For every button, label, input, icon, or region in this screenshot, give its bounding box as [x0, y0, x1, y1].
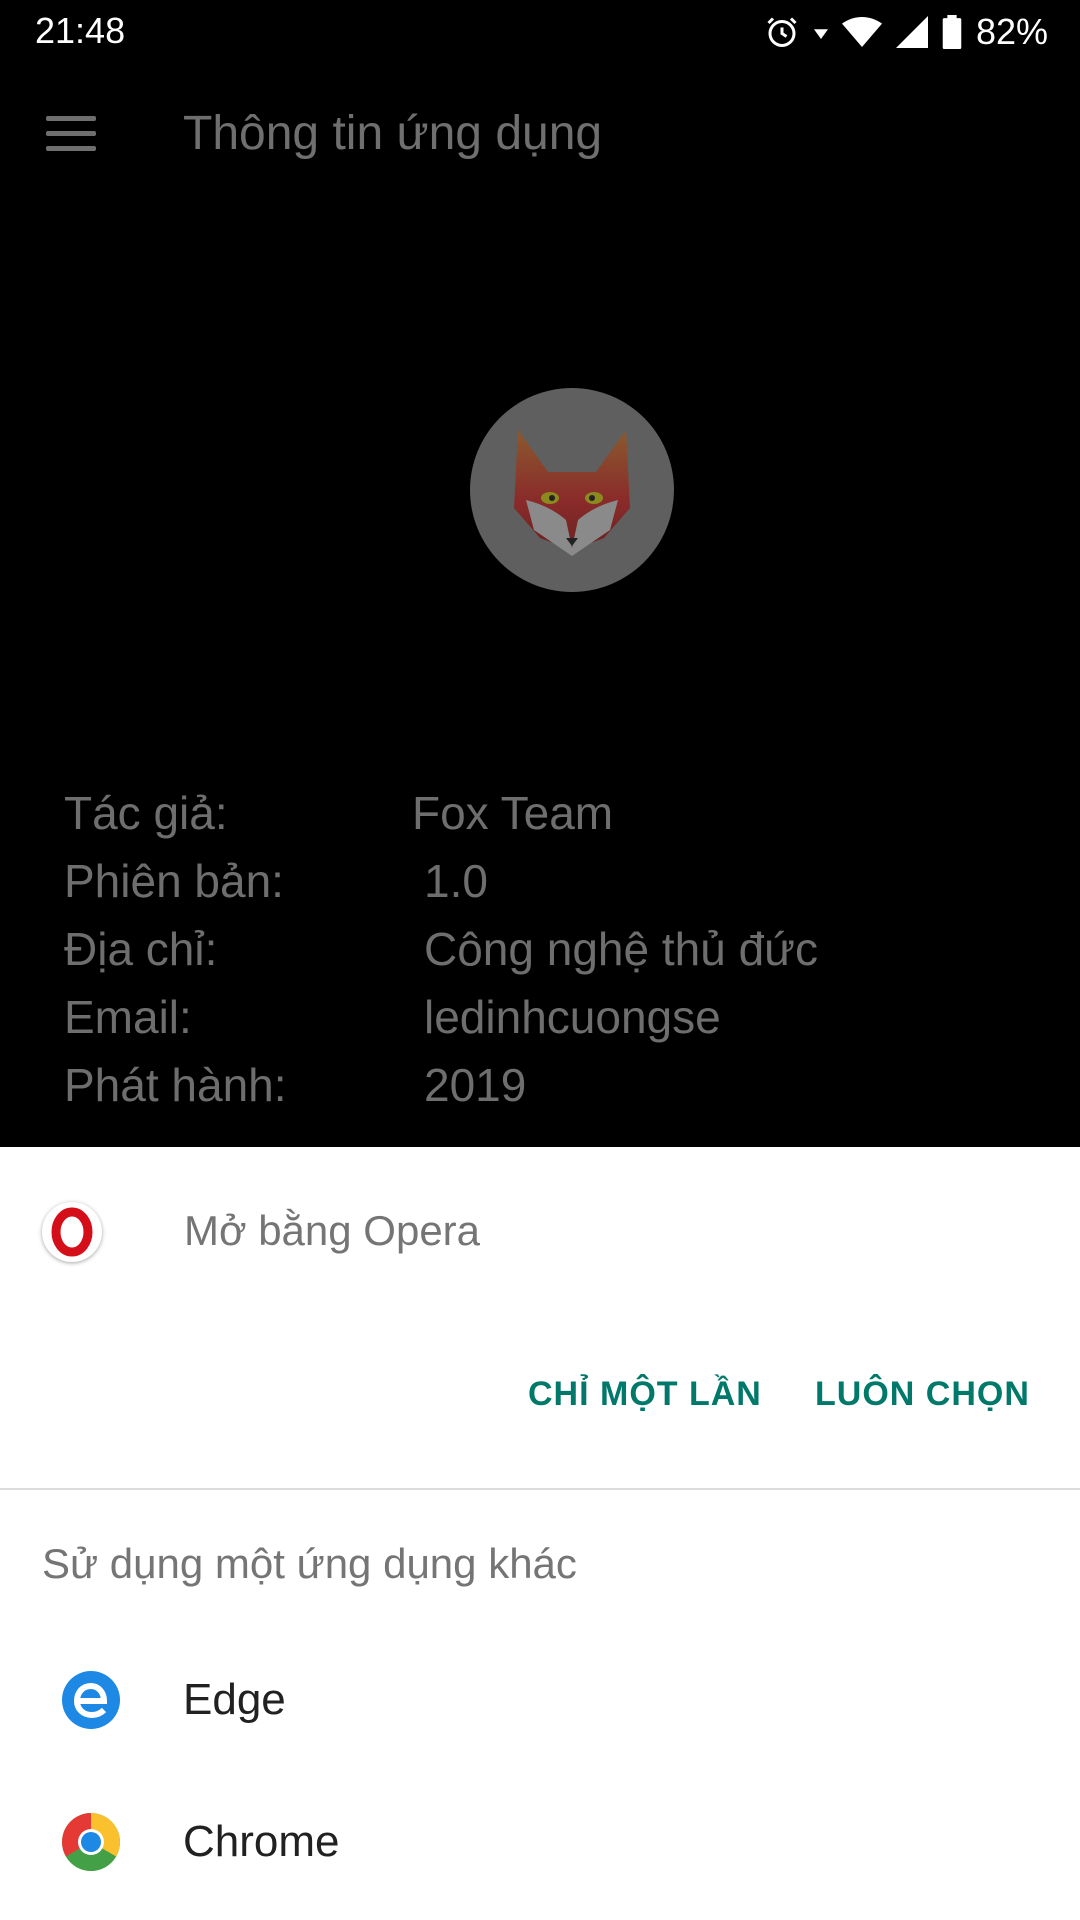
fox-logo-icon	[514, 430, 630, 556]
app-label: Edge	[183, 1675, 286, 1724]
app-item-edge[interactable]: Edge	[0, 1629, 1080, 1771]
app-label: Chrome	[183, 1817, 340, 1866]
just-once-button[interactable]: CHỈ MỘT LẦN	[528, 1375, 762, 1414]
info-value: Công nghệ thủ đức	[424, 923, 818, 975]
menu-icon[interactable]	[46, 116, 96, 152]
info-value: ledinhcuongse	[424, 991, 721, 1043]
alarm-icon	[767, 17, 797, 47]
open-with-opera-row[interactable]: Mở bằng Opera	[0, 1147, 1080, 1315]
info-value: 1.0	[424, 855, 488, 907]
open-with-sheet: Mở bằng Opera CHỈ MỘT LẦN LUÔN CHỌN Sử d…	[0, 1147, 1080, 1920]
opera-icon	[42, 1202, 102, 1262]
info-label: Phát hành:	[64, 1059, 287, 1111]
info-label: Tác giả:	[64, 787, 228, 839]
info-value: Fox Team	[412, 787, 614, 839]
app-bar: Thông tin ứng dụng	[0, 64, 1080, 204]
status-time: 21:48	[35, 10, 126, 51]
status-icons: 82%	[764, 10, 1048, 54]
page-title: Thông tin ứng dụng	[183, 107, 603, 160]
always-button[interactable]: LUÔN CHỌN	[815, 1375, 1030, 1414]
divider	[0, 1488, 1080, 1490]
open-with-label: Mở bằng Opera	[184, 1207, 481, 1254]
info-label: Phiên bản:	[64, 855, 284, 907]
app-item-chrome[interactable]: Chrome	[0, 1771, 1080, 1913]
signal-icon	[895, 16, 928, 48]
info-value: 2019	[424, 1059, 527, 1111]
edge-icon	[62, 1671, 120, 1729]
battery-icon	[942, 15, 962, 49]
chrome-icon	[62, 1813, 120, 1871]
wifi-icon	[841, 17, 882, 47]
battery-percent: 82%	[975, 11, 1048, 52]
other-apps-title: Sử dụng một ứng dụng khác	[42, 1540, 577, 1587]
data-arrow-icon	[813, 29, 828, 39]
info-label: Địa chỉ:	[64, 923, 218, 975]
app-logo-avatar	[470, 388, 674, 592]
info-label: Email:	[64, 991, 192, 1043]
status-bar: 21:48 82%	[0, 0, 1080, 64]
